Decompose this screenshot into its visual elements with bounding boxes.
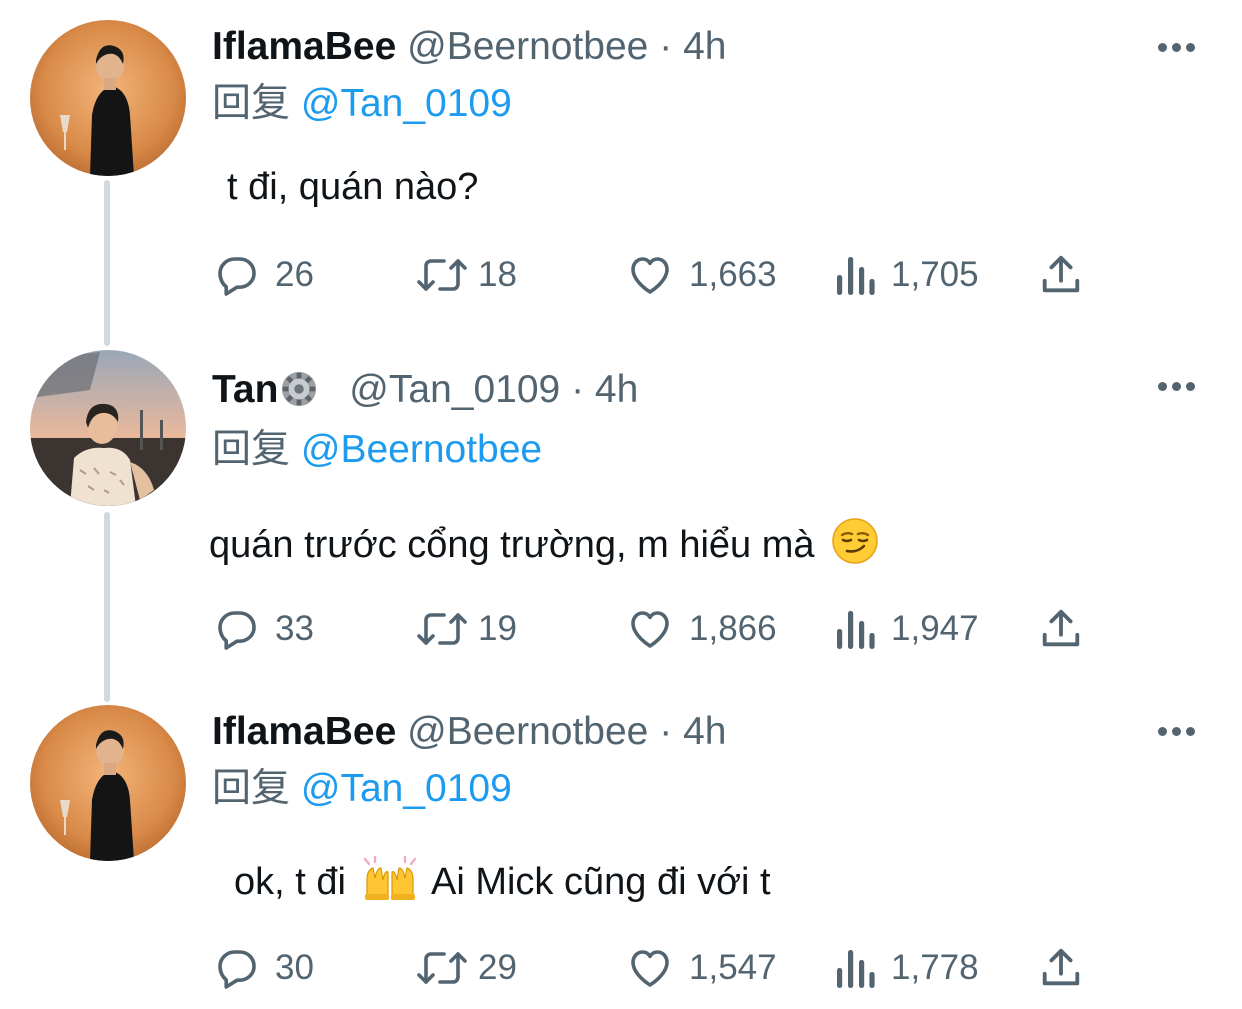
like-icon	[631, 257, 669, 294]
separator-dot: ·	[571, 368, 585, 411]
reply-count: 30	[275, 948, 314, 987]
views-count: 1,705	[891, 255, 979, 294]
views-icon	[837, 950, 875, 988]
reply-icon	[218, 950, 256, 989]
reply-mention[interactable]: @Tan_0109	[301, 767, 512, 810]
views-button[interactable]: 1,705	[833, 250, 979, 300]
share-button[interactable]	[1038, 604, 1084, 654]
reply-icon	[218, 611, 256, 650]
tweet-text-start: ok, t đi	[234, 861, 346, 903]
like-count: 1,547	[689, 948, 777, 987]
views-button[interactable]: 1,947	[833, 604, 979, 654]
more-icon[interactable]	[1158, 721, 1202, 741]
tweet-text: quán trước cổng trường, m hiểu mà	[209, 524, 815, 566]
separator-dot: ·	[659, 710, 673, 753]
reply-mention[interactable]: @Beernotbee	[301, 428, 542, 471]
avatar[interactable]	[30, 20, 186, 176]
display-name[interactable]: IflamaBee	[212, 25, 396, 68]
tweet-text-container: ok, t đi Ai Mick cũng đi với t	[234, 856, 771, 905]
views-count: 1,778	[891, 948, 979, 987]
reply-prefix: 回复	[212, 767, 291, 810]
views-button[interactable]: 1,778	[833, 943, 979, 993]
views-icon	[837, 611, 875, 649]
tweet[interactable]: IflamaBee @Beernotbee · 4h 回复 @Tan_0109 …	[0, 700, 1242, 1009]
gear-icon	[282, 371, 317, 407]
tweet-text: t đi, quán nào?	[227, 166, 479, 208]
reply-prefix: 回复	[212, 82, 291, 125]
more-icon[interactable]	[1158, 376, 1202, 396]
timestamp[interactable]: 4h	[683, 25, 726, 68]
user-handle[interactable]: @Beernotbee	[407, 25, 648, 68]
retweet-icon	[417, 952, 467, 984]
views-count: 1,947	[891, 609, 979, 648]
share-button[interactable]	[1038, 943, 1084, 993]
views-icon	[837, 257, 875, 295]
share-button[interactable]	[1038, 250, 1084, 300]
like-button[interactable]: 1,547	[625, 943, 777, 993]
like-icon	[631, 950, 669, 987]
share-icon	[1042, 609, 1080, 647]
display-name[interactable]: Tan	[212, 368, 278, 411]
retweet-icon	[417, 613, 467, 645]
avatar[interactable]	[30, 705, 186, 861]
retweet-count: 18	[478, 255, 517, 294]
share-icon	[1042, 255, 1080, 293]
like-icon	[631, 611, 669, 648]
tweet-text-container: quán trước cổng trường, m hiểu mà	[209, 517, 879, 568]
retweet-button[interactable]: 29	[414, 943, 517, 993]
smirking-face-emoji	[832, 518, 878, 564]
reply-button[interactable]: 26	[213, 250, 314, 300]
reply-count: 33	[275, 609, 314, 648]
share-icon	[1042, 948, 1080, 986]
timestamp[interactable]: 4h	[595, 368, 638, 411]
retweet-count: 29	[478, 948, 517, 987]
reply-icon	[218, 257, 256, 296]
like-button[interactable]: 1,663	[625, 250, 777, 300]
separator-dot: ·	[659, 25, 673, 68]
user-handle[interactable]: @Tan_0109	[349, 368, 560, 411]
reply-prefix: 回复	[212, 428, 291, 471]
retweet-button[interactable]: 19	[414, 604, 517, 654]
like-button[interactable]: 1,866	[625, 604, 777, 654]
reply-button[interactable]: 30	[213, 943, 314, 993]
reply-button[interactable]: 33	[213, 604, 314, 654]
more-icon[interactable]	[1158, 37, 1202, 57]
retweet-icon	[417, 259, 467, 291]
tweet[interactable]: IflamaBee @Beernotbee · 4h 回复 @Tan_0109 …	[0, 0, 1242, 340]
user-handle[interactable]: @Beernotbee	[407, 710, 648, 753]
raising-hands-emoji	[363, 856, 416, 900]
tweet-text-end: Ai Mick cũng đi với t	[430, 861, 771, 903]
like-count: 1,866	[689, 609, 777, 648]
avatar[interactable]	[30, 350, 186, 506]
display-name[interactable]: IflamaBee	[212, 710, 396, 753]
like-count: 1,663	[689, 255, 777, 294]
reply-mention[interactable]: @Tan_0109	[301, 82, 512, 125]
retweet-button[interactable]: 18	[414, 250, 517, 300]
retweet-count: 19	[478, 609, 517, 648]
timestamp[interactable]: 4h	[683, 710, 726, 753]
tweet[interactable]: Tan @Tan_0109 · 4h 回复 @Beernotbee quán t…	[0, 340, 1242, 700]
reply-count: 26	[275, 255, 314, 294]
